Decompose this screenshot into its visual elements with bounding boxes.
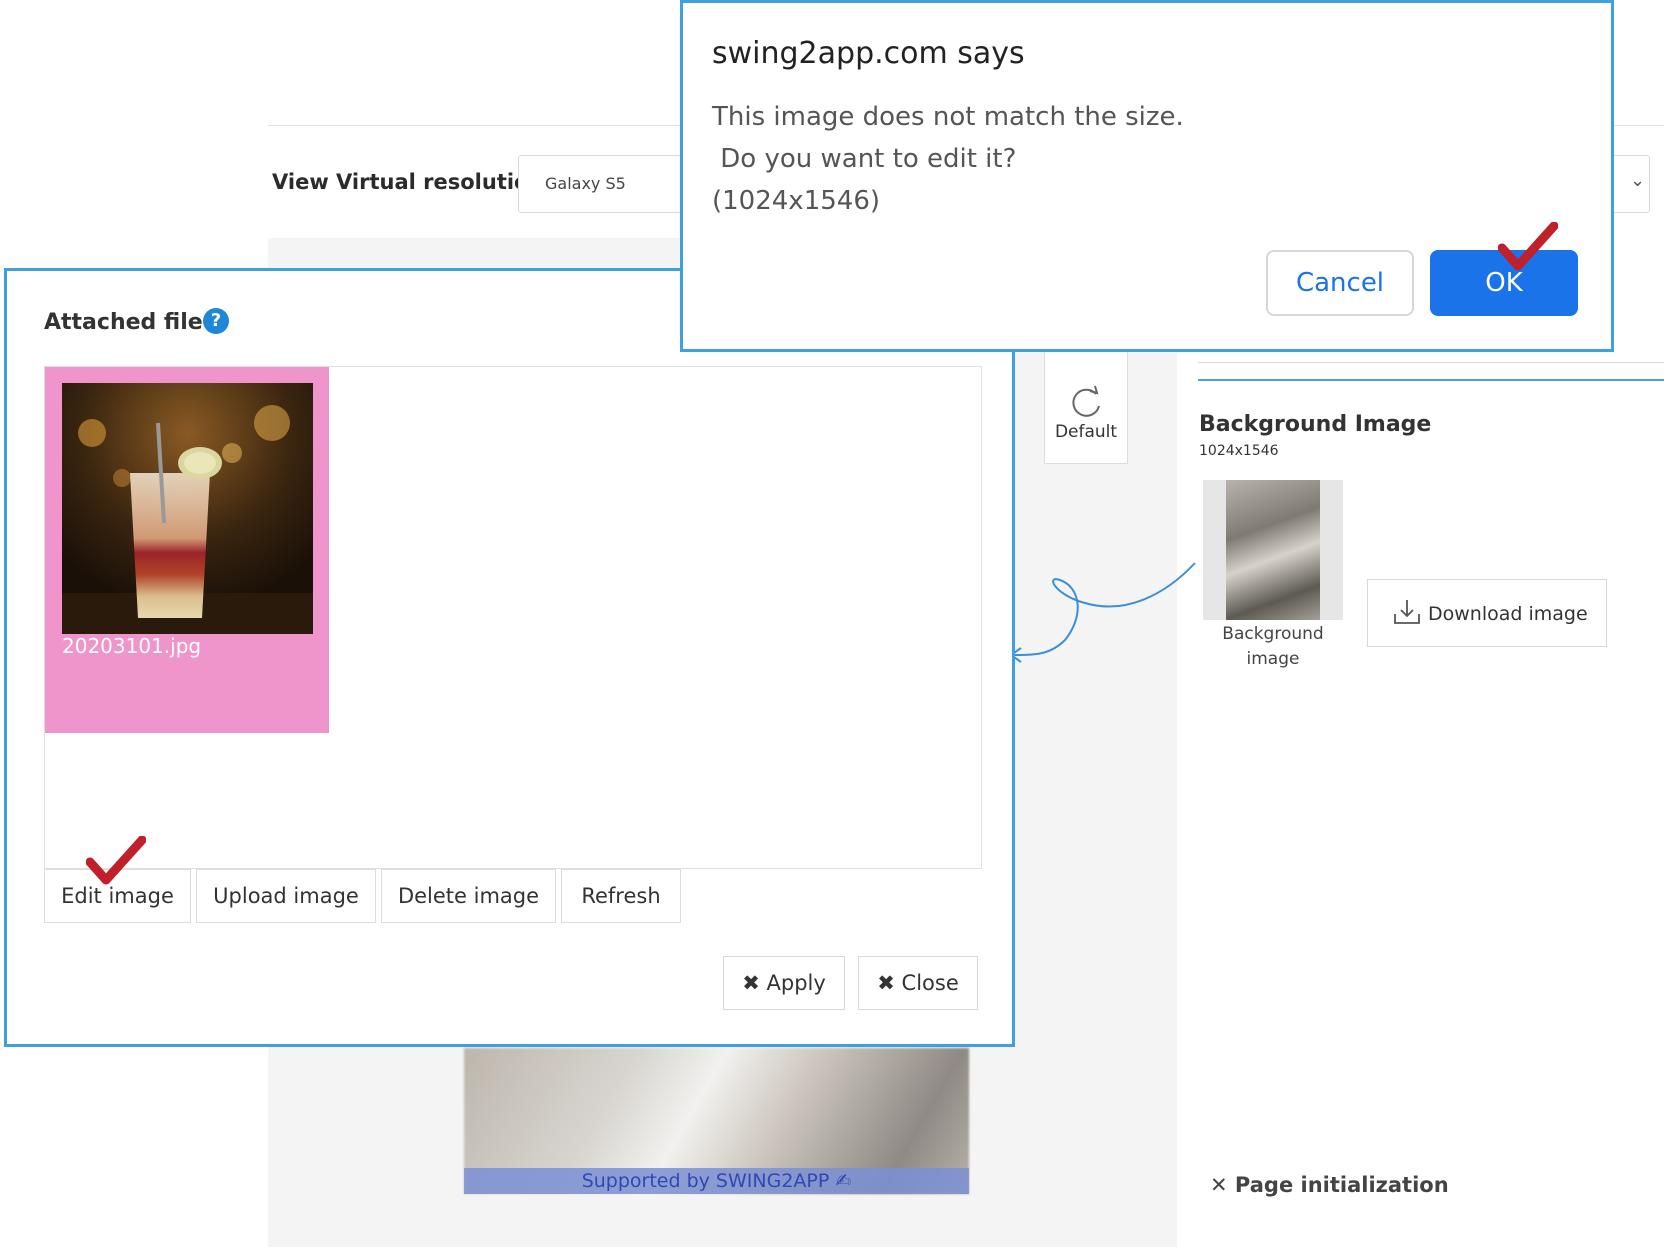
delete-image-button[interactable]: Delete image — [381, 869, 556, 923]
property-panel — [1177, 238, 1664, 1247]
file-thumbnail — [62, 383, 313, 634]
background-image-caption: Background image — [1203, 622, 1343, 672]
close-icon: ✖ — [742, 971, 760, 995]
download-image-label: Download image — [1428, 603, 1588, 625]
close-button[interactable]: ✖ Close — [858, 956, 978, 1010]
close-label: Close — [901, 971, 959, 995]
apply-label: Apply — [766, 971, 826, 995]
alert-title: swing2app.com says — [712, 36, 1025, 71]
checkmark-icon — [86, 836, 146, 885]
panel-divider-active — [1198, 379, 1664, 381]
resolution-label: View Virtual resolution — [272, 170, 544, 194]
connector-arrow — [1009, 562, 1196, 663]
support-text: Supported by SWING2APP ✍ — [464, 1170, 969, 1192]
caption-line-2: image — [1246, 649, 1300, 669]
default-button-label: Default — [1054, 422, 1118, 442]
chevron-down-icon: ⌄ — [1630, 170, 1646, 191]
refresh-icon — [1072, 385, 1100, 417]
checkmark-icon — [1498, 222, 1558, 271]
pen-icon: ✍ — [835, 1170, 852, 1192]
alert-message: This image does not match the size. Do y… — [712, 102, 1184, 216]
file-name: 20203101.jpg — [62, 634, 202, 658]
resolution-select-value: Galaxy S5 — [545, 174, 626, 193]
page-initialization-button[interactable]: ✕ Page initialization — [1210, 1173, 1449, 1197]
help-icon[interactable]: ? — [203, 308, 229, 334]
panel-divider — [1198, 362, 1664, 363]
background-image-size: 1024x1546 — [1199, 443, 1279, 459]
background-image-preview — [1226, 480, 1320, 620]
close-icon: ✕ — [1210, 1173, 1228, 1197]
support-label: Supported by SWING2APP — [581, 1170, 830, 1192]
caption-line-1: Background — [1222, 624, 1324, 644]
download-icon — [1394, 600, 1420, 624]
cancel-button[interactable]: Cancel — [1266, 250, 1414, 316]
close-icon: ✖ — [877, 971, 895, 995]
page-initialization-label: Page initialization — [1234, 1173, 1449, 1197]
background-image-title: Background Image — [1199, 412, 1432, 437]
upload-image-button[interactable]: Upload image — [196, 869, 376, 923]
dialog-title: Attached file — [44, 310, 203, 335]
apply-button[interactable]: ✖ Apply — [723, 956, 845, 1010]
refresh-button[interactable]: Refresh — [561, 869, 681, 923]
